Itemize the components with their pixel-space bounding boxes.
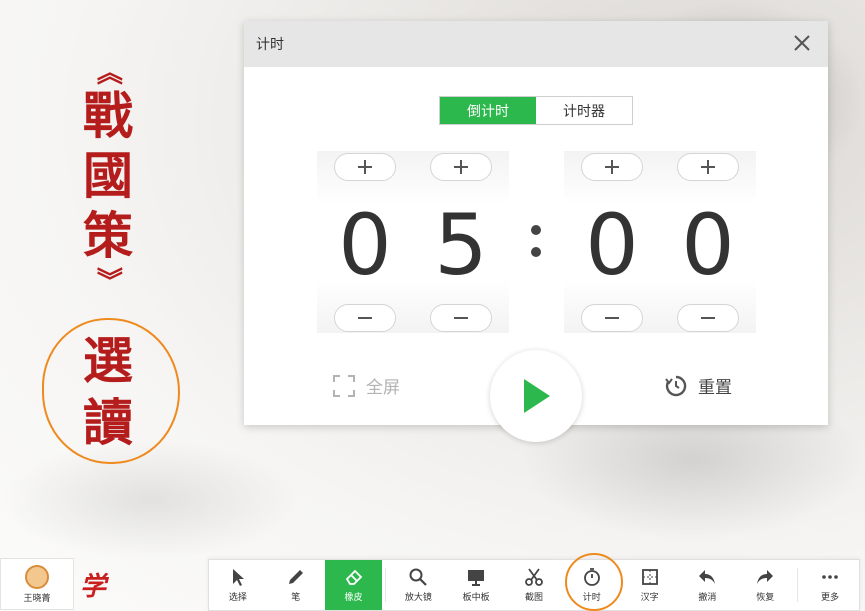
subtitle-char: 讀 <box>83 393 133 452</box>
slide-title: 《 戰 國 策 》 <box>76 58 140 294</box>
eraser-icon <box>345 569 362 585</box>
digit-value: 0 <box>681 196 735 294</box>
close-button[interactable] <box>790 31 814 55</box>
cursor-icon <box>232 569 244 586</box>
digit-seconds-ones: 0 <box>660 151 756 333</box>
title-open-mark: 《 <box>92 58 123 86</box>
tool-redo[interactable]: 恢复 <box>736 560 794 610</box>
avatar <box>25 564 49 589</box>
digit-value: 0 <box>338 196 392 294</box>
tool-label: 放大镜 <box>404 593 432 603</box>
play-icon <box>524 379 550 413</box>
fullscreen-label: 全屏 <box>366 378 400 398</box>
tool-eraser[interactable]: 橡皮 <box>324 560 383 610</box>
play-button[interactable] <box>490 350 582 442</box>
time-separator <box>528 219 544 263</box>
tool-hanzi[interactable]: 汉字 <box>621 560 679 610</box>
plus-icon <box>605 160 619 174</box>
plus-icon <box>454 160 468 174</box>
tool-undo[interactable]: 撤消 <box>679 560 737 610</box>
close-icon <box>794 35 810 51</box>
digit-minutes-ones: 5 <box>413 151 509 333</box>
tool-screenshot[interactable]: 截图 <box>505 560 563 610</box>
user-name: 王晓菁 <box>23 593 51 604</box>
tool-label: 板中板 <box>462 593 490 603</box>
subtitle-char: 選 <box>83 331 133 390</box>
tool-label: 截图 <box>524 593 543 603</box>
tool-more[interactable]: 更多 <box>801 560 859 610</box>
brand-logo: 学 <box>80 572 107 602</box>
decrement-button[interactable] <box>430 304 492 332</box>
tab-countdown[interactable]: 倒计时 <box>440 97 536 124</box>
magnifier-icon <box>409 568 428 586</box>
minus-icon <box>605 317 619 319</box>
increment-button[interactable] <box>430 153 492 181</box>
decrement-button[interactable] <box>581 304 643 332</box>
tool-board[interactable]: 板中板 <box>447 560 505 610</box>
digit-value: 0 <box>585 196 639 294</box>
digit-minutes-tens: 0 <box>317 151 413 333</box>
more-icon <box>822 575 838 579</box>
title-char: 策 <box>83 206 133 265</box>
ink-wash-decoration <box>0 440 300 560</box>
increment-button[interactable] <box>581 153 643 181</box>
bottom-toolbar: 选择 笔 橡皮 放大镜 板中板 截图 计时 汉字 撤消 恢复 更多 <box>208 559 860 611</box>
timer-mode-tabs: 倒计时 计时器 <box>439 96 633 125</box>
increment-button[interactable] <box>677 153 739 181</box>
title-char: 戰 <box>83 86 133 145</box>
tool-pen[interactable]: 笔 <box>267 560 325 610</box>
dialog-header: 计时 <box>244 21 828 67</box>
minus-icon <box>701 317 715 319</box>
decrement-button[interactable] <box>677 304 739 332</box>
reset-button[interactable]: 重置 <box>664 373 732 398</box>
increment-button[interactable] <box>334 153 396 181</box>
dialog-title: 计时 <box>256 37 284 53</box>
tool-label: 撤消 <box>698 593 717 603</box>
undo-icon <box>699 570 716 584</box>
scissors-icon <box>525 568 543 586</box>
digit-seconds-tens: 0 <box>564 151 660 333</box>
plus-icon <box>701 160 715 174</box>
title-char: 國 <box>83 146 133 205</box>
tool-label: 恢复 <box>756 593 775 603</box>
fullscreen-button[interactable]: 全屏 <box>332 373 400 398</box>
toolbar-divider <box>385 568 387 602</box>
minus-icon <box>454 317 468 319</box>
title-close-mark: 》 <box>92 266 123 294</box>
reset-label: 重置 <box>698 378 732 398</box>
tab-stopwatch[interactable]: 计时器 <box>536 97 632 124</box>
redo-icon <box>757 570 774 584</box>
annotation-circle <box>565 553 623 611</box>
fullscreen-icon <box>333 374 355 397</box>
tool-label: 选择 <box>228 593 247 603</box>
digit-value: 5 <box>434 196 488 294</box>
tool-label: 笔 <box>291 593 301 603</box>
plus-icon <box>358 160 372 174</box>
tool-label: 橡皮 <box>344 593 363 603</box>
board-icon <box>468 570 485 586</box>
user-panel[interactable]: 王晓菁 <box>0 558 74 610</box>
toolbar-divider <box>797 568 799 602</box>
decrement-button[interactable] <box>334 304 396 332</box>
reset-icon <box>665 375 687 396</box>
tool-label: 汉字 <box>640 593 659 603</box>
slide-subtitle: 選 讀 <box>74 330 142 454</box>
pen-icon <box>288 570 303 584</box>
tool-label: 更多 <box>821 593 840 603</box>
tool-magnifier[interactable]: 放大镜 <box>389 560 447 610</box>
hanzi-icon <box>641 569 658 585</box>
minus-icon <box>358 317 372 319</box>
tool-select[interactable]: 选择 <box>209 560 267 610</box>
